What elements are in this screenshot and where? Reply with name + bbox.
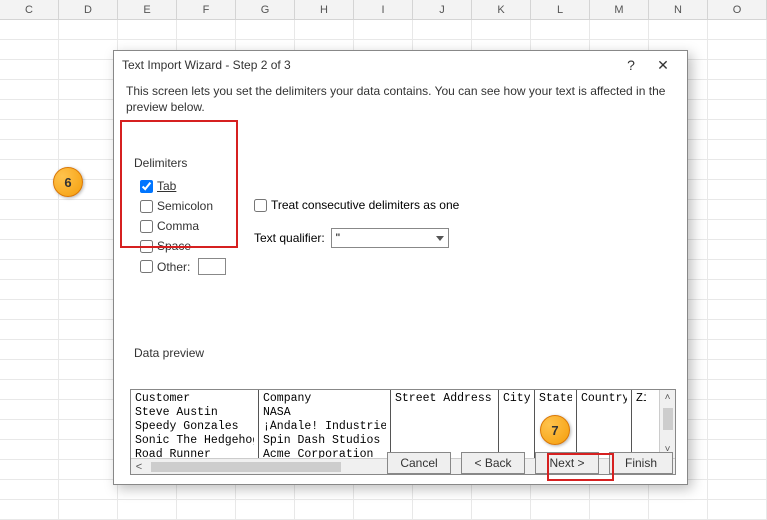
col-header: L: [531, 0, 590, 19]
other-input[interactable]: [198, 258, 226, 275]
tab-checkbox[interactable]: [140, 180, 153, 193]
col-header: C: [0, 0, 59, 19]
space-label: Space: [157, 238, 191, 254]
data-preview-label: Data preview: [134, 346, 204, 360]
preview-cell: NASA: [263, 406, 386, 420]
col-header: I: [354, 0, 413, 19]
qualifier-value: ": [336, 231, 340, 245]
preview-cell: [395, 420, 494, 434]
preview-header: City: [503, 392, 530, 406]
col-header: H: [295, 0, 354, 19]
preview-cell: [636, 420, 646, 434]
other-label: Other:: [157, 259, 190, 275]
qualifier-label: Text qualifier:: [254, 231, 325, 245]
text-import-wizard-dialog: Text Import Wizard - Step 2 of 3 ? ✕ Thi…: [113, 50, 688, 485]
treat-consecutive-label: Treat consecutive delimiters as one: [271, 198, 459, 212]
preview-cell: [503, 406, 530, 420]
tab-label: Tab: [157, 178, 176, 194]
space-checkbox[interactable]: [140, 240, 153, 253]
preview-cell: [636, 406, 646, 420]
preview-cell: [581, 420, 627, 434]
col-header: F: [177, 0, 236, 19]
treat-consecutive-checkbox[interactable]: [254, 199, 267, 212]
preview-header: State: [539, 392, 572, 406]
semicolon-checkbox[interactable]: [140, 200, 153, 213]
preview-header: Street Address: [395, 392, 494, 406]
delimiter-space[interactable]: Space: [140, 238, 230, 254]
other-checkbox[interactable]: [140, 260, 153, 273]
dialog-footer: Cancel < Back Next > Finish: [114, 442, 687, 484]
preview-cell: ¡Ándale! Industries: [263, 420, 386, 434]
cancel-button[interactable]: Cancel: [387, 452, 451, 474]
delimiter-comma[interactable]: Comma: [140, 218, 230, 234]
delimiter-options: Tab Semicolon Comma Space Other:: [134, 166, 238, 287]
preview-header: Country: [581, 392, 627, 406]
finish-button[interactable]: Finish: [609, 452, 673, 474]
text-qualifier-row: Text qualifier: ": [254, 228, 449, 248]
delimiter-semicolon[interactable]: Semicolon: [140, 198, 230, 214]
preview-cell: [395, 406, 494, 420]
col-header: O: [708, 0, 767, 19]
dialog-description: This screen lets you set the delimiters …: [114, 79, 687, 125]
scroll-thumb[interactable]: [663, 408, 673, 430]
close-button[interactable]: ✕: [647, 57, 679, 74]
preview-cell: [581, 406, 627, 420]
col-header: E: [118, 0, 177, 19]
next-button[interactable]: Next >: [535, 452, 599, 474]
col-header: M: [590, 0, 649, 19]
qualifier-select[interactable]: ": [331, 228, 449, 248]
delimiter-tab[interactable]: Tab: [140, 178, 230, 194]
col-header: G: [236, 0, 295, 19]
col-header: N: [649, 0, 708, 19]
callout-7: 7: [540, 415, 570, 445]
titlebar: Text Import Wizard - Step 2 of 3 ? ✕: [114, 51, 687, 79]
comma-label: Comma: [157, 218, 199, 234]
delimiter-other[interactable]: Other:: [140, 258, 230, 275]
preview-header: Customer: [135, 392, 254, 406]
help-button[interactable]: ?: [615, 57, 647, 73]
column-headers: C D E F G H I J K L M N O: [0, 0, 767, 20]
dialog-title: Text Import Wizard - Step 2 of 3: [122, 58, 615, 72]
col-header: J: [413, 0, 472, 19]
chevron-down-icon: [436, 236, 444, 241]
preview-cell: Speedy Gonzales: [135, 420, 254, 434]
comma-checkbox[interactable]: [140, 220, 153, 233]
col-header: K: [472, 0, 531, 19]
semicolon-label: Semicolon: [157, 198, 213, 214]
treat-consecutive-row[interactable]: Treat consecutive delimiters as one: [254, 198, 459, 212]
callout-6: 6: [53, 167, 83, 197]
preview-header: Company: [263, 392, 386, 406]
scroll-up-icon[interactable]: ˄: [660, 390, 675, 406]
preview-header: Zi: [636, 392, 646, 406]
back-button[interactable]: < Back: [461, 452, 525, 474]
preview-cell: Steve Austin: [135, 406, 254, 420]
col-header: D: [59, 0, 118, 19]
preview-cell: [503, 420, 530, 434]
